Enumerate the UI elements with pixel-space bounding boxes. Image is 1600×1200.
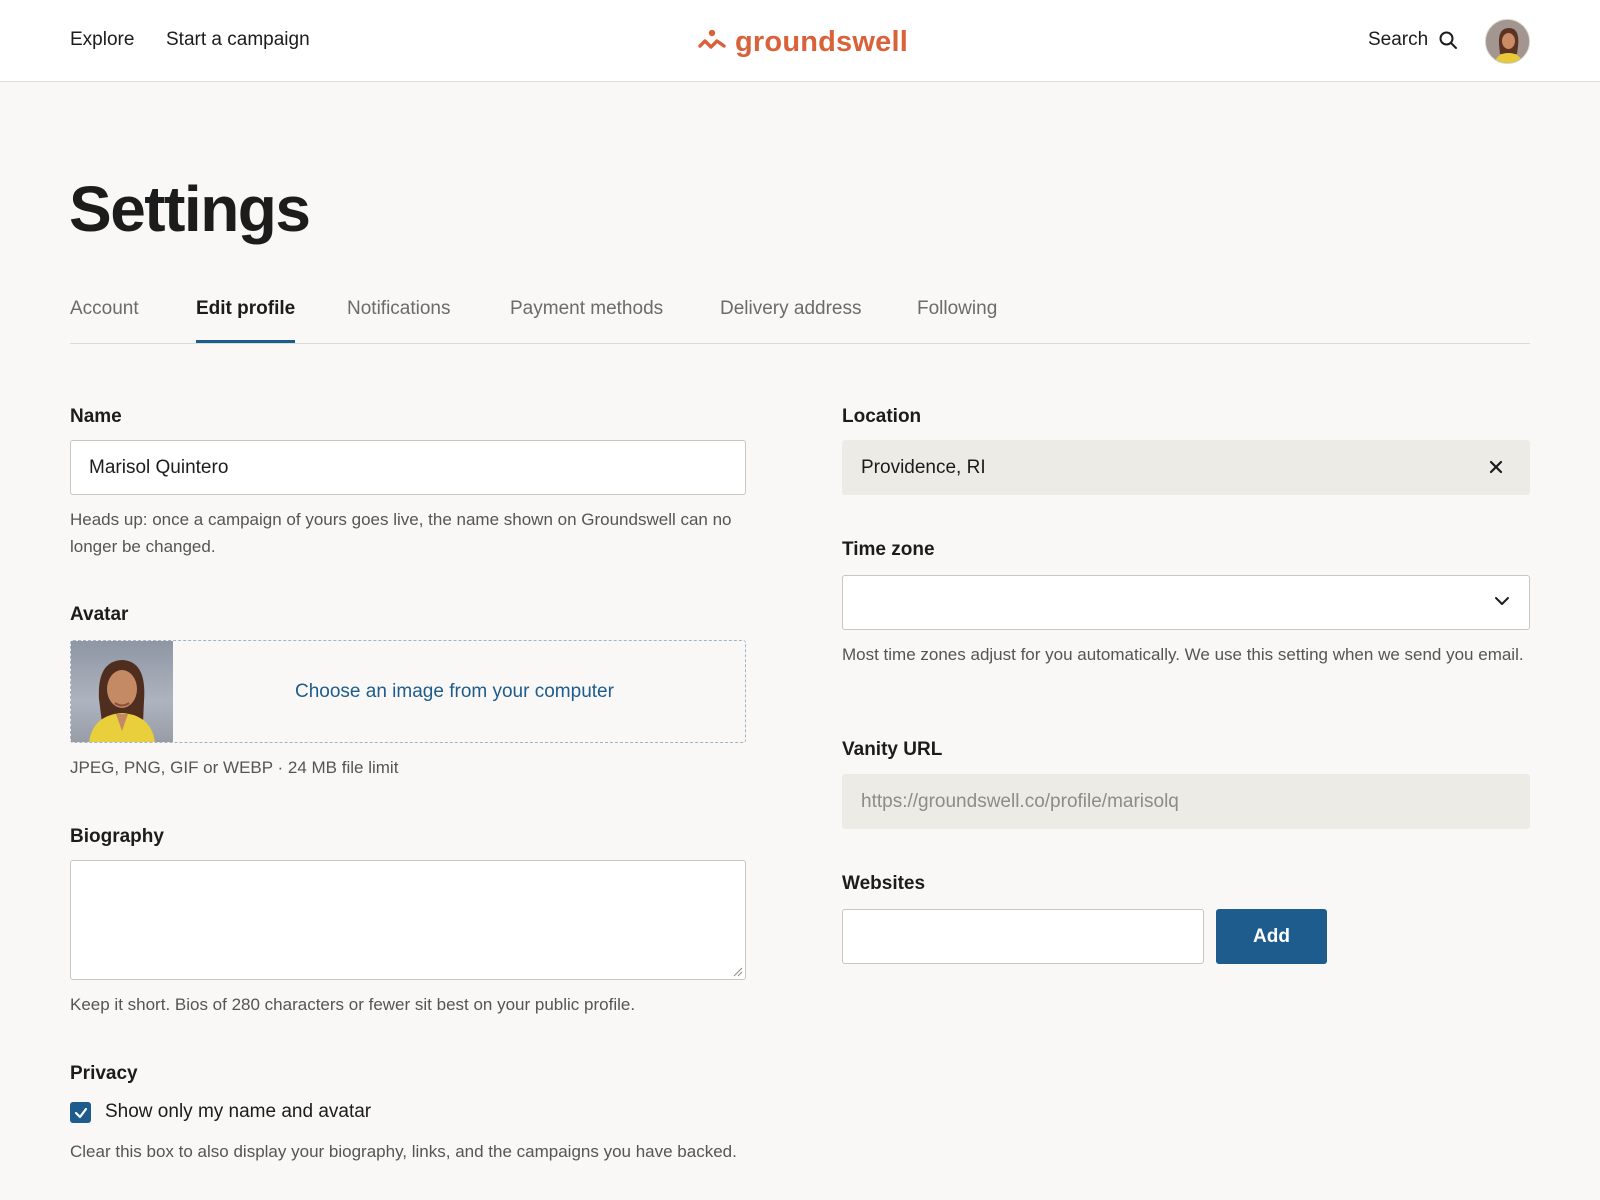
avatar-dropzone[interactable]: Choose an image from your computer (70, 640, 746, 743)
user-photo (1486, 20, 1529, 63)
brand-name: groundswell (735, 25, 908, 58)
name-label: Name (70, 406, 122, 427)
add-website-button[interactable]: Add (1216, 909, 1327, 964)
brand-logo[interactable]: groundswell (697, 22, 908, 62)
tab-payment-methods[interactable]: Payment methods (510, 298, 663, 343)
privacy-label: Privacy (70, 1063, 138, 1084)
vanity-url-field[interactable]: https://groundswell.co/profile/marisolq (842, 774, 1530, 829)
avatar-help: JPEG, PNG, GIF or WEBP · 24 MB file limi… (70, 758, 399, 777)
user-avatar[interactable] (1485, 19, 1530, 64)
search-icon (1439, 31, 1458, 49)
tab-delivery-address[interactable]: Delivery address (720, 298, 862, 343)
name-help: Heads up: once a campaign of yours goes … (70, 510, 732, 556)
vanity-url-label: Vanity URL (842, 739, 943, 760)
location-field[interactable]: Providence, RI (842, 440, 1530, 495)
search-button[interactable]: Search (1368, 29, 1458, 51)
time-zone-label: Time zone (842, 539, 935, 560)
avatar-label: Avatar (70, 604, 129, 625)
tab-following[interactable]: Following (917, 298, 997, 343)
privacy-checkbox[interactable] (70, 1102, 91, 1123)
websites-label: Websites (842, 873, 926, 894)
close-icon (1489, 460, 1503, 474)
tab-account[interactable]: Account (70, 298, 139, 343)
time-zone-select[interactable] (842, 575, 1530, 630)
privacy-checkbox-label[interactable]: Show only my name and avatar (105, 1101, 371, 1123)
biography-textarea[interactable] (70, 860, 746, 980)
website-input[interactable] (842, 909, 1204, 964)
vanity-url-placeholder: https://groundswell.co/profile/marisolq (861, 790, 1179, 812)
wave-logo-icon (698, 29, 726, 49)
nav-explore[interactable]: Explore (70, 29, 134, 51)
top-header: Explore Start a campaign groundswell Sea… (0, 0, 1600, 82)
location-label: Location (842, 406, 922, 427)
clear-location-button[interactable] (1485, 456, 1507, 478)
choose-image-link[interactable]: Choose an image from your computer (295, 681, 614, 703)
nav-start-campaign[interactable]: Start a campaign (166, 29, 310, 51)
avatar-preview (71, 641, 173, 742)
search-label: Search (1368, 29, 1429, 50)
location-value: Providence, RI (861, 456, 986, 478)
biography-label: Biography (70, 826, 164, 847)
chevron-down-icon[interactable] (1493, 592, 1511, 610)
name-field[interactable]: Marisol Quintero (70, 440, 746, 495)
time-zone-help: Most time zones adjust for you automatic… (842, 645, 1524, 664)
avatar-photo (89, 660, 155, 742)
privacy-help: Clear this box to also display your biog… (70, 1142, 737, 1161)
resize-grip-icon[interactable] (733, 967, 743, 977)
biography-help: Keep it short. Bios of 280 characters or… (70, 995, 636, 1014)
name-value: Marisol Quintero (89, 456, 229, 478)
page-title: Settings (69, 173, 311, 245)
settings-tabs: Account Edit profile Notifications Payme… (70, 286, 1530, 344)
tab-edit-profile[interactable]: Edit profile (196, 298, 296, 343)
tab-notifications[interactable]: Notifications (347, 298, 451, 343)
checkmark-icon (74, 1107, 87, 1118)
